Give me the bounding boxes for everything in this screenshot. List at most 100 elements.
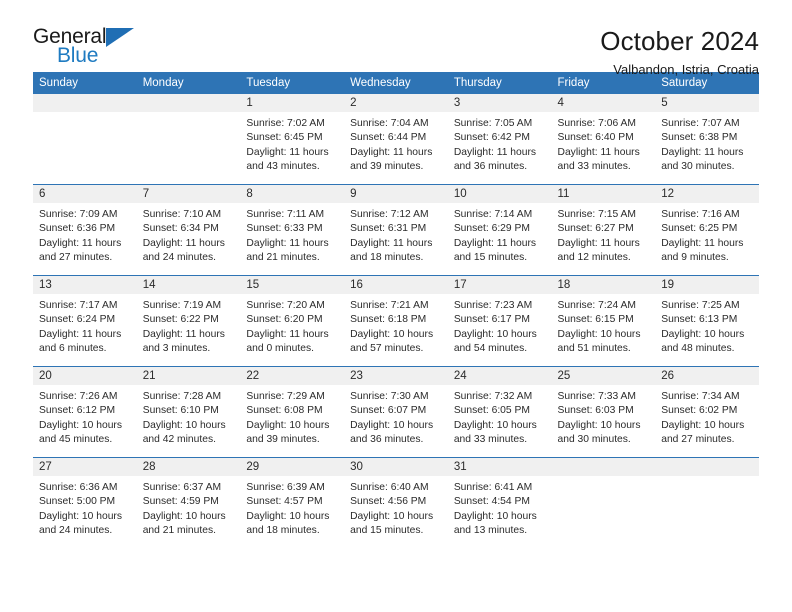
day-info-line: Daylight: 10 hours (39, 510, 122, 522)
day-number: 14 (136, 276, 241, 294)
day-number: 21 (136, 367, 241, 385)
calendar-day-cell[interactable]: 7 Sunrise: 7:10 AM Sunset: 6:34 PM Daylight… (136, 184, 241, 276)
calendar-day-cell[interactable]: 23 Sunrise: 7:30 AM Sunset: 6:07 PM Dayligh… (344, 366, 448, 458)
calendar-day-cell[interactable]: 16 Sunrise: 7:21 AM Sunset: 6:18 PM Dayligh… (344, 275, 448, 367)
calendar-week-row: 1 Sunrise: 7:02 AM Sunset: 6:45 PM Daylight… (33, 94, 759, 185)
day-sun-info: Sunrise: 7:29 AM Sunset: 6:08 PM Daylight:… (240, 385, 344, 447)
day-info-line: and 30 minutes. (661, 160, 735, 172)
day-info-line: Sunrise: 7:07 AM (661, 118, 740, 129)
calendar-day-cell[interactable]: 6 Sunrise: 7:09 AM Sunset: 6:36 PM Daylight… (33, 184, 137, 276)
calendar-day-cell[interactable]: 26 Sunrise: 7:34 AM Sunset: 6:02 PM Dayligh… (655, 366, 759, 458)
calendar-day-cell[interactable]: 22 Sunrise: 7:29 AM Sunset: 6:08 PM Dayligh… (240, 366, 345, 458)
calendar-day-cell[interactable]: 2 Sunrise: 7:04 AM Sunset: 6:44 PM Daylight… (344, 94, 448, 185)
day-info-line: Sunrise: 7:24 AM (557, 300, 636, 311)
day-sun-info: Sunrise: 7:12 AM Sunset: 6:31 PM Daylight:… (344, 203, 448, 265)
calendar-day-cell[interactable]: 18 Sunrise: 7:24 AM Sunset: 6:15 PM Dayligh… (551, 275, 656, 367)
day-number: 29 (240, 458, 345, 476)
day-info-line: Sunrise: 7:02 AM (246, 118, 325, 129)
day-number: 3 (447, 94, 552, 112)
calendar-day-cell[interactable]: 21 Sunrise: 7:28 AM Sunset: 6:10 PM Dayligh… (136, 366, 241, 458)
day-sun-info: Sunrise: 7:23 AM Sunset: 6:17 PM Daylight:… (448, 294, 552, 356)
page-title: October 2024 (600, 26, 759, 56)
calendar-body: 1 Sunrise: 7:02 AM Sunset: 6:45 PM Daylight… (33, 94, 759, 548)
day-sun-info: Sunrise: 7:33 AM Sunset: 6:03 PM Daylight:… (552, 385, 656, 447)
calendar-day-cell[interactable]: 12 Sunrise: 7:16 AM Sunset: 6:25 PM Dayligh… (655, 184, 759, 276)
calendar-day-cell[interactable]: 5 Sunrise: 7:07 AM Sunset: 6:38 PM Daylight… (655, 94, 759, 185)
day-info-line: Daylight: 10 hours (453, 419, 537, 431)
calendar-day-cell[interactable]: 31 Sunrise: 6:41 AM Sunset: 4:54 PM Dayligh… (447, 457, 552, 548)
day-info-line: Sunrise: 7:25 AM (661, 300, 740, 311)
day-info-line: Sunset: 6:29 PM (453, 223, 530, 235)
day-number: 22 (240, 367, 345, 385)
day-info-line: and 33 minutes. (557, 160, 631, 172)
calendar-day-cell[interactable]: 1 Sunrise: 7:02 AM Sunset: 6:45 PM Daylight… (240, 94, 345, 185)
calendar-day-cell[interactable]: 11 Sunrise: 7:15 AM Sunset: 6:27 PM Dayligh… (551, 184, 656, 276)
day-info-line: Daylight: 11 hours (246, 146, 329, 158)
day-info-line: Sunset: 6:25 PM (661, 223, 738, 235)
day-info-line: Sunset: 6:13 PM (661, 314, 738, 326)
day-info-line: and 33 minutes. (453, 433, 528, 445)
day-info-line: Daylight: 10 hours (142, 419, 226, 431)
calendar-day-cell[interactable]: 27 Sunrise: 6:36 AM Sunset: 5:00 PM Dayligh… (33, 457, 137, 548)
day-info-line: and 48 minutes. (661, 342, 735, 354)
day-sun-info: Sunrise: 7:02 AM Sunset: 6:45 PM Daylight:… (240, 112, 344, 174)
day-info-line: Sunrise: 7:16 AM (661, 209, 740, 220)
calendar-day-cell[interactable]: 15 Sunrise: 7:20 AM Sunset: 6:20 PM Dayligh… (240, 275, 345, 367)
calendar-week-row: 13 Sunrise: 7:17 AM Sunset: 6:24 PM Dayligh… (33, 275, 759, 367)
day-info-line: and 24 minutes. (39, 524, 113, 536)
calendar-day-cell[interactable]: 20 Sunrise: 7:26 AM Sunset: 6:12 PM Dayligh… (33, 366, 137, 458)
calendar-day-cell[interactable]: 24 Sunrise: 7:32 AM Sunset: 6:05 PM Dayligh… (447, 366, 552, 458)
page-header: General Blue October 2024 Valbandon, Ist… (33, 0, 759, 78)
day-info-line: Sunrise: 7:05 AM (453, 118, 533, 129)
day-info-line: Daylight: 10 hours (39, 419, 122, 431)
day-sun-info: Sunrise: 7:04 AM Sunset: 6:44 PM Daylight:… (344, 112, 448, 174)
logo-text-blue: Blue (57, 44, 99, 67)
day-info-line: Sunset: 6:05 PM (453, 405, 530, 417)
day-info-line: and 9 minutes. (661, 251, 729, 263)
day-info-line: and 15 minutes. (453, 251, 528, 263)
calendar-day-cell[interactable]: 13 Sunrise: 7:17 AM Sunset: 6:24 PM Dayligh… (33, 275, 137, 367)
day-sun-info: Sunrise: 6:36 AM Sunset: 5:00 PM Daylight:… (33, 476, 137, 538)
day-number: 24 (447, 367, 552, 385)
calendar-day-cell[interactable]: 25 Sunrise: 7:33 AM Sunset: 6:03 PM Dayligh… (551, 366, 656, 458)
calendar-day-cell[interactable]: 29 Sunrise: 6:39 AM Sunset: 4:57 PM Dayligh… (240, 457, 345, 548)
day-info-line: Daylight: 11 hours (557, 237, 640, 249)
calendar-day-cell[interactable]: 19 Sunrise: 7:25 AM Sunset: 6:13 PM Dayligh… (655, 275, 759, 367)
calendar-day-cell[interactable]: 14 Sunrise: 7:19 AM Sunset: 6:22 PM Dayligh… (136, 275, 241, 367)
calendar-day-cell[interactable]: 30 Sunrise: 6:40 AM Sunset: 4:56 PM Dayligh… (344, 457, 448, 548)
weekday-header-sunday: Sunday (33, 72, 137, 94)
day-info-line: Sunrise: 7:32 AM (453, 391, 533, 402)
day-info-line: Sunset: 4:54 PM (453, 496, 530, 508)
day-info-line: Sunrise: 6:41 AM (453, 482, 533, 493)
day-info-line: and 51 minutes. (557, 342, 631, 354)
day-sun-info (137, 112, 241, 117)
calendar-day-cell[interactable]: 9 Sunrise: 7:12 AM Sunset: 6:31 PM Daylight… (344, 184, 448, 276)
calendar-day-cell[interactable]: 4 Sunrise: 7:06 AM Sunset: 6:40 PM Daylight… (551, 94, 656, 185)
day-info-line: Daylight: 11 hours (246, 328, 329, 340)
day-info-line: and 36 minutes. (350, 433, 424, 445)
day-sun-info: Sunrise: 6:40 AM Sunset: 4:56 PM Daylight:… (344, 476, 448, 538)
calendar-day-cell[interactable]: 3 Sunrise: 7:05 AM Sunset: 6:42 PM Daylight… (447, 94, 552, 185)
day-info-line: Sunset: 6:27 PM (557, 223, 634, 235)
day-sun-info: Sunrise: 7:24 AM Sunset: 6:15 PM Daylight:… (552, 294, 656, 356)
day-info-line: Daylight: 11 hours (453, 146, 537, 158)
day-info-line: Daylight: 10 hours (661, 328, 745, 340)
calendar-week-row: 20 Sunrise: 7:26 AM Sunset: 6:12 PM Dayligh… (33, 366, 759, 458)
day-info-line: Sunrise: 7:04 AM (350, 118, 429, 129)
day-info-line: Sunrise: 7:28 AM (142, 391, 222, 402)
day-info-line: Sunset: 6:03 PM (557, 405, 634, 417)
calendar-day-cell[interactable]: 10 Sunrise: 7:14 AM Sunset: 6:29 PM Dayligh… (447, 184, 552, 276)
logo-triangle-icon (106, 28, 134, 47)
day-info-line: Sunrise: 7:21 AM (350, 300, 429, 311)
day-sun-info: Sunrise: 7:32 AM Sunset: 6:05 PM Daylight:… (448, 385, 552, 447)
calendar-day-cell[interactable]: 28 Sunrise: 6:37 AM Sunset: 4:59 PM Dayligh… (136, 457, 241, 548)
day-info-line: and 42 minutes. (142, 433, 216, 445)
day-number: 30 (344, 458, 448, 476)
calendar-day-cell[interactable]: 17 Sunrise: 7:23 AM Sunset: 6:17 PM Dayligh… (447, 275, 552, 367)
day-info-line: Sunrise: 7:26 AM (39, 391, 118, 402)
calendar-day-cell[interactable]: 8 Sunrise: 7:11 AM Sunset: 6:33 PM Daylight… (240, 184, 345, 276)
calendar-grid: Sunday Monday Tuesday Wednesday Thursday Frid… (33, 72, 759, 548)
day-info-line: and 39 minutes. (350, 160, 424, 172)
day-number: 10 (447, 185, 552, 203)
day-info-line: Sunset: 6:45 PM (246, 132, 323, 144)
